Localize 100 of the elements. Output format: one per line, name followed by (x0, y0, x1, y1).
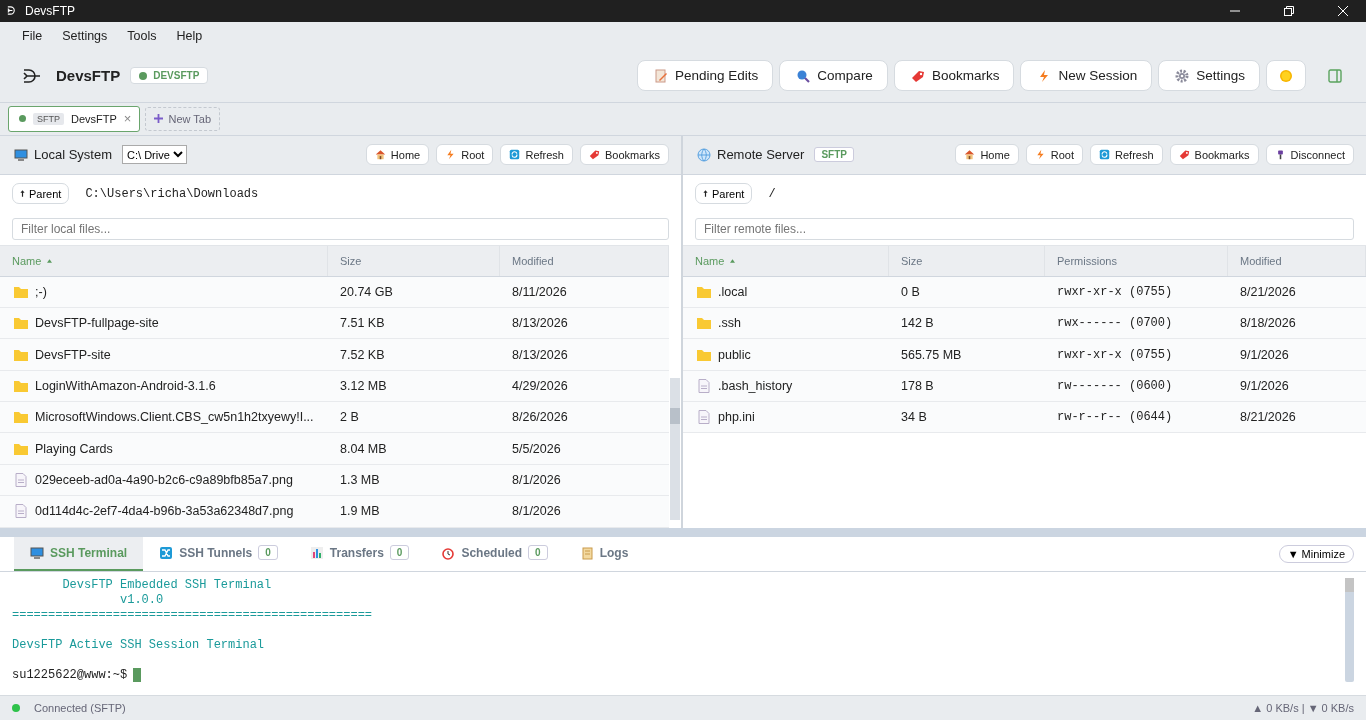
file-row[interactable]: .bash_history 178 B rw------- (0600) 9/1/2026 (683, 370, 1366, 403)
file-row[interactable]: .ssh 142 B rwx------ (0700) 8/18/2026 (683, 307, 1366, 340)
count-badge: 0 (389, 545, 410, 561)
toolbar-button[interactable]: Home (955, 144, 1019, 166)
file-row[interactable]: 0d114d4c-2ef7-4da4-b96b-3a53a62348d7.png 1.9 MB 8/1/2026 (0, 496, 669, 528)
file-row[interactable]: DevsFTP-site 7.52 KB 8/13/2026 (0, 339, 669, 371)
file-name: ;-) (35, 284, 47, 299)
file-name: 029eceeb-ad0a-4a90-b2c6-c9a89bfb85a7.png (35, 473, 293, 488)
file-name: DevsFTP-fullpage-site (35, 316, 159, 331)
column-header[interactable]: Size (328, 245, 500, 276)
menu-item[interactable]: Help (176, 28, 203, 43)
session-tab[interactable]: SFTP DevsFTP × (8, 105, 141, 132)
size-cell: 1.9 MB (340, 504, 380, 519)
bottom-tab[interactable]: Logs (563, 536, 645, 571)
terminal-line: ================================================== (12, 607, 374, 623)
tab-label: Logs (599, 545, 629, 560)
menu-item[interactable]: Settings (62, 28, 108, 43)
size-cell: 565.75 MB (901, 347, 962, 362)
bottom-tab[interactable]: Transfers 0 (293, 536, 426, 571)
bar-chart-icon (309, 545, 324, 560)
menu-item[interactable]: Tools (127, 28, 157, 43)
file-row[interactable]: .local 0 B rwxr-xr-x (0755) 8/21/2026 (683, 276, 1366, 308)
size-cell: 20.74 GB (340, 284, 393, 299)
size-cell: 3.12 MB (340, 378, 387, 393)
header-button[interactable]: New Session (1020, 60, 1153, 92)
header-button[interactable]: Bookmarks (893, 60, 1015, 92)
globe-icon (697, 147, 711, 162)
toolbar-button[interactable]: Bookmarks (579, 144, 669, 166)
header-button[interactable]: Compare (779, 60, 888, 92)
status-dot (19, 115, 26, 123)
modified-cell: 8/1/2026 (512, 504, 561, 519)
protocol-badge: SFTP (33, 112, 64, 125)
alarm-clock-icon (441, 545, 456, 560)
folder-icon (13, 316, 29, 331)
column-header[interactable]: Permissions (1045, 245, 1228, 276)
toolbar-button[interactable]: Refresh (500, 144, 573, 166)
app-logo-icon (6, 5, 17, 17)
filter-field[interactable]: Filter local files... (12, 217, 669, 240)
file-row[interactable]: LoginWithAmazon-Android-3.1.6 3.12 MB 4/29/2026 (0, 370, 669, 403)
parent-button[interactable]: Parent (12, 183, 70, 205)
bookmark-icon (1178, 149, 1190, 161)
refresh-icon (1099, 149, 1110, 161)
monitor-icon (14, 147, 28, 162)
tab-label: SSH Tunnels (179, 545, 253, 560)
sort-icon (47, 258, 53, 263)
file-row[interactable]: MicrosoftWindows.Client.CBS_cw5n1h2txyewy!I... 2 B 8/26/2026 (0, 402, 669, 434)
minimize-button[interactable]: ▼ Minimize (1278, 544, 1354, 563)
column-header[interactable]: Size (889, 245, 1045, 276)
filter-field[interactable]: Filter remote files... (695, 217, 1354, 240)
sun-icon (1279, 68, 1293, 83)
menu-item[interactable]: File (22, 28, 43, 43)
edit-icon (654, 68, 669, 83)
toolbar-button[interactable]: Disconnect (1265, 144, 1354, 166)
file-row[interactable]: public 565.75 MB rwxr-xr-x (0755) 9/1/2026 (683, 339, 1366, 371)
file-name: .ssh (718, 316, 741, 331)
maximize-icon[interactable] (1284, 5, 1294, 16)
toolbar-button[interactable]: Refresh (1090, 144, 1163, 166)
scrollbar[interactable] (670, 377, 680, 520)
column-header[interactable]: Modified (500, 245, 669, 276)
column-header[interactable]: Modified (1228, 245, 1366, 276)
size-cell: 34 B (901, 410, 927, 425)
toolbar-button[interactable]: Root (1025, 144, 1083, 166)
header-button[interactable]: Pending Edits (637, 60, 774, 92)
modified-cell: 9/1/2026 (1240, 347, 1289, 362)
file-row[interactable]: Playing Cards 8.04 MB 5/5/2026 (0, 433, 669, 465)
status-dot (12, 704, 20, 713)
monitor-icon (30, 545, 44, 560)
count-badge: 0 (258, 545, 278, 561)
folder-icon (13, 410, 29, 425)
theme-button[interactable] (1266, 60, 1306, 92)
connection-status: Connected (SFTP) (34, 702, 126, 715)
terminal-line: v1.0.0 (119, 592, 165, 608)
status-badge: DEVSFTP (130, 67, 209, 85)
toolbar-button[interactable]: Home (365, 144, 430, 166)
file-name: LoginWithAmazon-Android-3.1.6 (35, 378, 216, 393)
close-icon[interactable] (1338, 5, 1348, 16)
modified-cell: 4/29/2026 (512, 378, 568, 393)
file-row[interactable]: 029eceeb-ad0a-4a90-b2c6-c9a89bfb85a7.png 1.3 MB 8/1/2026 (0, 464, 669, 497)
modified-cell: 8/13/2026 (512, 316, 568, 331)
sidebar-toggle-icon[interactable] (1328, 68, 1342, 83)
size-cell: 2 B (340, 410, 359, 425)
terminal-prompt: su1225622@www:~$ (12, 668, 128, 682)
drive-dropdown[interactable]: C:\ Drive (122, 145, 188, 165)
scrollbar[interactable] (1345, 577, 1354, 682)
bottom-tab[interactable]: Scheduled 0 (425, 536, 564, 571)
bottom-tab[interactable]: SSH Tunnels 0 (143, 536, 294, 571)
header-button[interactable]: Settings (1158, 60, 1260, 92)
file-row[interactable]: DevsFTP-fullpage-site 7.51 KB 8/13/2026 (0, 307, 669, 340)
size-cell: 8.04 MB (340, 441, 387, 456)
file-row[interactable]: ;-) 20.74 GB 8/11/2026 (0, 276, 669, 308)
tab-label: DevsFTP (71, 112, 117, 125)
splitter-bar[interactable] (0, 527, 1366, 537)
toolbar-button[interactable]: Bookmarks (1169, 144, 1259, 166)
close-tab-button[interactable]: × (123, 111, 132, 127)
plus-icon (154, 114, 164, 124)
new-tab-button[interactable]: New Tab (145, 106, 221, 131)
file-row[interactable]: php.ini 34 B rw-r--r-- (0644) 8/21/2026 (683, 402, 1366, 434)
parent-button[interactable]: Parent (695, 183, 753, 205)
toolbar-button[interactable]: Root (436, 144, 494, 166)
protocol-badge: SFTP (814, 147, 854, 163)
